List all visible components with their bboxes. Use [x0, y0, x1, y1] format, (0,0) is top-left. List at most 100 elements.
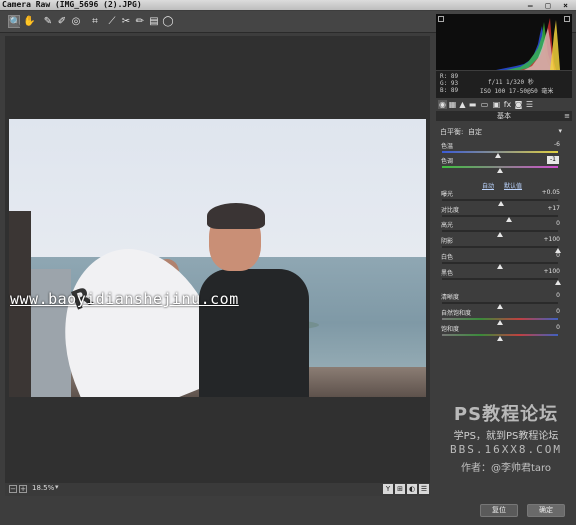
slider-blacks[interactable]: 黑色 +100 — [440, 268, 562, 285]
crop-tool-icon[interactable]: ⌗ — [89, 15, 101, 28]
slider-thumb[interactable] — [497, 336, 503, 341]
slider-whites[interactable]: 白色 0 — [440, 252, 562, 269]
spot-removal-tool-icon[interactable]: ✂ — [120, 15, 132, 28]
histogram — [436, 14, 572, 70]
slider-label: 白色 — [441, 254, 454, 261]
slider-exposure[interactable]: 曝光 +0.05 — [440, 189, 562, 206]
tab-camera-calibration-icon[interactable]: ◙ — [514, 100, 523, 109]
preview-prefs-icon[interactable]: ☰ — [419, 484, 429, 494]
slider-value-field[interactable]: 0 — [530, 292, 560, 299]
straighten-tool-icon[interactable]: ⟋ — [106, 15, 118, 28]
slider-value-field[interactable]: +17 — [530, 205, 560, 212]
tab-detail-icon[interactable]: ▲ — [458, 100, 467, 109]
zoom-in-icon[interactable]: + — [19, 485, 27, 493]
zoom-out-icon[interactable]: − — [9, 485, 17, 493]
panel-header: 基本 ≡ — [436, 111, 572, 121]
forum-watermark: PS教程论坛 学PS，就到PS教程论坛 BBS.16XX8.COM 作者：@李帅… — [436, 400, 576, 474]
slider-label: 高光 — [441, 222, 454, 229]
zoom-level[interactable]: 18.5% — [32, 484, 54, 492]
tab-effects-icon[interactable]: fx — [503, 100, 512, 109]
toggle-settings-icon[interactable]: ◐ — [407, 484, 417, 494]
reset-button[interactable]: 复位 — [480, 504, 518, 517]
tab-basic-icon[interactable]: ◉ — [438, 100, 447, 109]
slider-thumb[interactable] — [555, 280, 561, 285]
slider-saturation[interactable]: 饱和度 0 — [440, 324, 562, 341]
canvas-status-bar: − + 18.5% ▾ Y ⊞ ◐ ☰ — [5, 483, 430, 496]
exif-iso-lens: ISO 100 17-50@50 毫米 — [480, 88, 554, 95]
white-balance-row[interactable]: 白平衡: 自定 ▾ — [440, 127, 570, 137]
white-balance-dropdown-icon[interactable]: ▾ — [558, 127, 562, 135]
white-balance-value[interactable]: 自定 — [468, 127, 482, 137]
tab-hsl-icon[interactable]: ▬ — [468, 100, 477, 109]
white-balance-tool-icon[interactable]: ✎ — [42, 15, 54, 28]
surfer-wetsuit — [199, 269, 309, 397]
window-title: Camera Raw (IMG_5696 (2).JPG) — [2, 0, 142, 9]
slider-label: 自然饱和度 — [441, 310, 472, 317]
tab-lens-corrections-icon[interactable]: ▣ — [492, 100, 501, 109]
watermark-line2: 学PS，就到PS教程论坛 — [453, 431, 559, 442]
r-value: R: 89 — [440, 73, 459, 80]
slider-tint[interactable]: 色调 -1 — [440, 156, 562, 173]
slider-value-field[interactable]: 0 — [530, 252, 560, 259]
slider-label: 清晰度 — [441, 294, 460, 301]
camera-raw-window: Camera Raw (IMG_5696 (2).JPG) – □ × 🔍 ✋ … — [0, 0, 576, 525]
slider-track[interactable] — [442, 246, 558, 248]
before-after-icon[interactable]: Y — [383, 484, 393, 494]
targeted-adjustment-tool-icon[interactable]: ◎ — [70, 15, 82, 28]
panel-tabs: ◉ ▦ ▲ ▬ ▭ ▣ fx ◙ ☰ — [436, 99, 572, 111]
preview-photo[interactable]: R — [9, 119, 426, 397]
slider-label: 阴影 — [441, 238, 454, 245]
slider-vibrance[interactable]: 自然饱和度 0 — [440, 308, 562, 325]
slider-clarity[interactable]: 清晰度 0 — [440, 292, 562, 309]
slider-value-field[interactable]: 0 — [530, 220, 560, 227]
slider-value-field[interactable]: 0 — [530, 324, 560, 331]
slider-label: 对比度 — [441, 207, 460, 214]
panel-title: 基本 — [497, 112, 511, 120]
panel-menu-icon[interactable]: ≡ — [564, 111, 570, 121]
zoom-dropdown-icon[interactable]: ▾ — [55, 483, 59, 491]
slider-track[interactable] — [442, 215, 558, 217]
auto-link[interactable]: 自动 — [482, 181, 494, 190]
watermark-line3: BBS.16XX8.COM — [449, 443, 563, 456]
white-balance-label: 白平衡: — [440, 128, 464, 136]
slider-value-field[interactable]: -1 — [547, 156, 559, 164]
slider-value-field[interactable]: 0 — [530, 308, 560, 315]
zoom-tool-icon[interactable]: 🔍 — [8, 15, 21, 28]
slider-highlights[interactable]: 高光 0 — [440, 220, 562, 237]
slider-shadows[interactable]: 阴影 +100 — [440, 236, 562, 253]
default-link[interactable]: 默认值 — [504, 181, 522, 190]
histogram-graph — [496, 18, 560, 70]
ok-button[interactable]: 确定 — [527, 504, 565, 517]
b-value: B: 89 — [440, 87, 459, 94]
color-sampler-tool-icon[interactable]: ✐ — [56, 15, 68, 28]
tab-tone-curve-icon[interactable]: ▦ — [448, 100, 457, 109]
slider-label: 色调 — [441, 158, 454, 165]
slider-label: 曝光 — [441, 191, 454, 198]
slider-value-field[interactable]: +100 — [530, 236, 560, 243]
slider-label: 黑色 — [441, 270, 454, 277]
tab-split-toning-icon[interactable]: ▭ — [480, 100, 489, 109]
g-value: G: 93 — [440, 80, 459, 87]
surfer-hair — [207, 203, 265, 229]
watermark-line4: 作者：@李帅君taro — [460, 463, 552, 474]
red-eye-tool-icon[interactable]: ✏ — [134, 15, 146, 28]
swap-view-icon[interactable]: ⊞ — [395, 484, 405, 494]
slider-value-field[interactable]: -6 — [530, 141, 560, 148]
tab-presets-icon[interactable]: ☰ — [525, 100, 534, 109]
slider-track[interactable] — [442, 278, 558, 280]
watermark-line1: PS教程论坛 — [453, 404, 559, 425]
title-bar: Camera Raw (IMG_5696 (2).JPG) – □ × — [0, 0, 576, 10]
exif-aperture-shutter: f/11 1/320 秒 — [488, 79, 534, 86]
slider-thumb[interactable] — [497, 168, 503, 173]
window-controls[interactable]: – □ × — [528, 1, 572, 11]
hand-tool-icon[interactable]: ✋ — [23, 15, 35, 28]
rgb-readout: R: 89 G: 93 B: 89 — [440, 73, 458, 94]
slider-value-field[interactable]: +0.05 — [530, 189, 560, 196]
adjustment-brush-tool-icon[interactable]: ▤ — [148, 15, 160, 28]
graduated-filter-tool-icon[interactable]: ◯ — [162, 15, 174, 28]
slider-value-field[interactable]: +100 — [530, 268, 560, 275]
watermark-url: www.baoyidianshejinu.com — [10, 290, 239, 308]
image-canvas[interactable]: R www.baoyidianshejinu.com — [5, 36, 430, 483]
slider-label: 色温 — [441, 143, 454, 150]
pixel-info: R: 89 G: 93 B: 89 f/11 1/320 秒 ISO 100 1… — [436, 71, 572, 98]
